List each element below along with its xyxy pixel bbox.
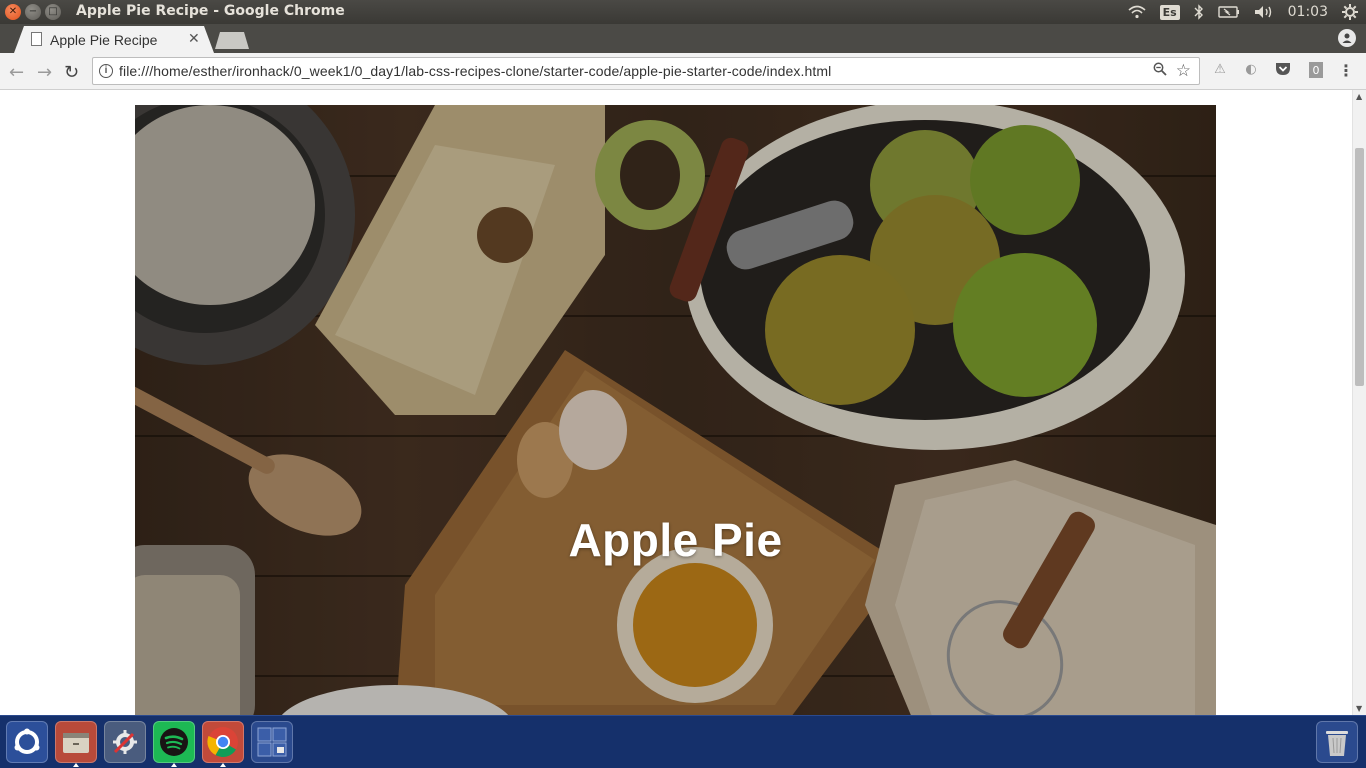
new-tab-button[interactable] (215, 32, 249, 49)
scroll-up-arrow-icon[interactable]: ▲ (1356, 92, 1362, 101)
forward-arrow-icon[interactable]: → (37, 62, 52, 83)
running-indicator (171, 763, 177, 767)
url-text[interactable]: file:///home/esther/ironhack/0_week1/0_d… (119, 63, 831, 79)
scrollbar-thumb[interactable] (1355, 148, 1364, 386)
bluetooth-icon[interactable] (1194, 4, 1204, 20)
tab-label: Apple Pie Recipe (50, 32, 158, 48)
dash-home-icon[interactable] (6, 721, 48, 763)
workspace-switcher-icon[interactable] (251, 721, 293, 763)
browser-toolbar: ← → ↻ i file:///home/esther/ironhack/0_w… (0, 53, 1366, 90)
running-indicator (220, 763, 226, 767)
site-info-icon[interactable]: i (99, 64, 113, 78)
minimize-window-button[interactable]: − (25, 4, 41, 20)
wifi-icon[interactable] (1128, 5, 1146, 19)
extension-icon[interactable]: ◐ (1243, 62, 1259, 78)
page-scrollbar[interactable]: ▲ ▼ (1352, 90, 1366, 715)
settings-gear-icon[interactable] (1342, 4, 1358, 20)
system-settings-icon[interactable] (104, 721, 146, 763)
clock[interactable]: 01:03 (1288, 4, 1328, 20)
volume-icon[interactable] (1254, 5, 1274, 19)
profile-avatar-icon[interactable] (1338, 29, 1356, 47)
bookmark-star-icon[interactable]: ☆ (1176, 61, 1191, 81)
battery-icon[interactable] (1217, 6, 1240, 18)
zoom-magnifier-icon[interactable] (1153, 62, 1167, 80)
hero-image: Apple Pie (135, 105, 1216, 715)
chrome-icon[interactable] (202, 721, 244, 767)
chrome-menu-icon[interactable]: ⋮ (1338, 61, 1354, 80)
hero-photo-illustration (135, 105, 1216, 715)
tab-strip: Apple Pie Recipe ✕ (0, 24, 1366, 53)
page-viewport: Apple Pie (0, 90, 1352, 715)
pocket-icon[interactable] (1275, 62, 1291, 78)
system-tray: Es 01:03 (1128, 0, 1358, 24)
extension-icon[interactable]: 0 (1308, 62, 1324, 78)
trash-icon[interactable] (1316, 721, 1358, 763)
extension-icon[interactable]: ⚠ (1212, 62, 1228, 78)
back-arrow-icon[interactable]: ← (9, 62, 24, 83)
tab-apple-pie-recipe[interactable]: Apple Pie Recipe ✕ (14, 26, 214, 53)
unity-launcher (0, 715, 1366, 768)
files-icon[interactable] (55, 721, 97, 767)
running-indicator (73, 763, 79, 767)
window-titlebar: ✕ − □ Apple Pie Recipe - Google Chrome E… (0, 0, 1366, 24)
spotify-icon[interactable] (153, 721, 195, 767)
address-bar[interactable]: i file:///home/esther/ironhack/0_week1/0… (92, 57, 1200, 85)
svg-text:0: 0 (1313, 64, 1320, 77)
reload-icon[interactable]: ↻ (64, 62, 79, 83)
keyboard-layout-indicator[interactable]: Es (1159, 4, 1180, 20)
hero-title: Apple Pie (568, 514, 783, 566)
close-window-button[interactable]: ✕ (5, 4, 21, 20)
scroll-down-arrow-icon[interactable]: ▼ (1356, 704, 1362, 713)
tab-close-icon[interactable]: ✕ (188, 31, 200, 47)
maximize-window-button[interactable]: □ (45, 4, 61, 20)
page-favicon-icon (31, 32, 42, 46)
window-title: Apple Pie Recipe - Google Chrome (76, 3, 345, 19)
